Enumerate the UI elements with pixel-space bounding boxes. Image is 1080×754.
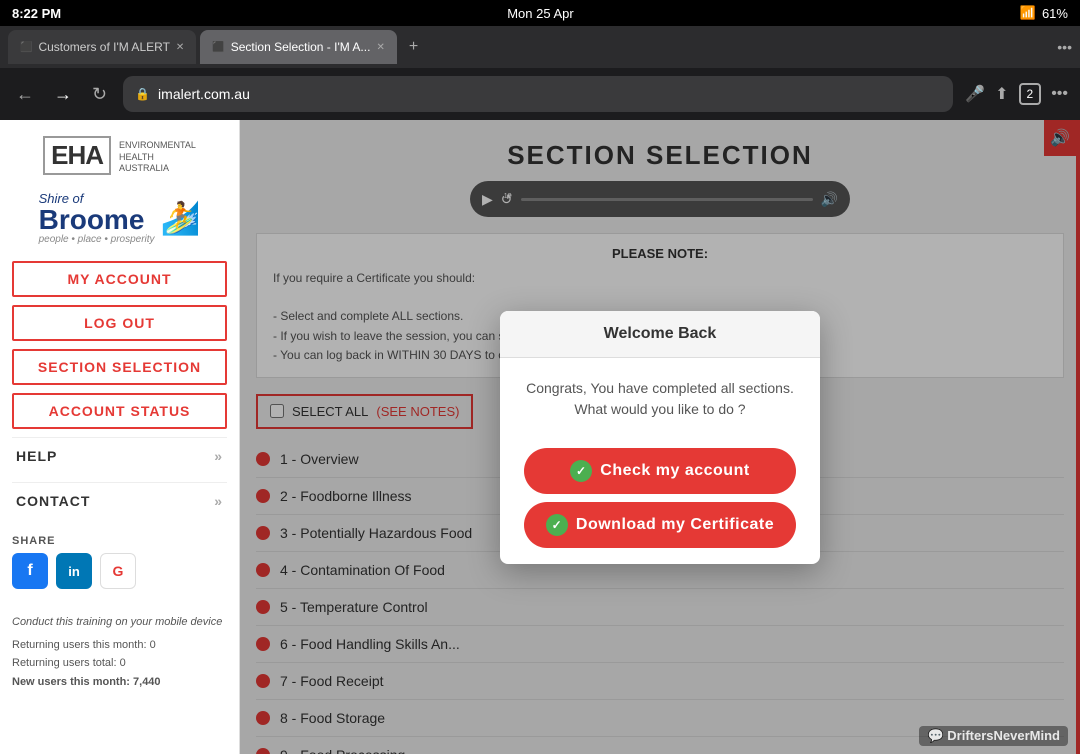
- download-certificate-button[interactable]: ✓ Download my Certificate: [524, 502, 796, 548]
- sidebar-item-help[interactable]: HELP »: [12, 437, 227, 474]
- linkedin-share-button[interactable]: in: [56, 553, 92, 589]
- lock-icon: 🔒: [135, 87, 150, 101]
- status-icons: 📶 61%: [1020, 5, 1068, 21]
- tab-close-1[interactable]: ✕: [176, 42, 184, 53]
- eha-logo: EHA ENVIRONMENTALHEALTHAUSTRALIA: [12, 136, 227, 175]
- sidebar-stats: Conduct this training on your mobile dev…: [12, 613, 227, 692]
- broome-wave-icon: 🏄: [161, 199, 201, 237]
- wifi-icon: 📶: [1020, 5, 1036, 21]
- share-button[interactable]: ⬆: [995, 83, 1008, 105]
- tabs-count-button[interactable]: 2: [1019, 83, 1042, 105]
- facebook-share-button[interactable]: f: [12, 553, 48, 589]
- tab-customers-alert[interactable]: ⬛ Customers of I'M ALERT ✕: [8, 30, 196, 64]
- forward-button[interactable]: →: [50, 80, 76, 109]
- url-display: imalert.com.au: [158, 86, 250, 102]
- microphone-button[interactable]: 🎤: [965, 83, 985, 105]
- sidebar-item-contact[interactable]: CONTACT »: [12, 482, 227, 519]
- tab-section-label: Section Selection - I'M A...: [231, 40, 371, 54]
- modal-body-text2: What would you like to do ?: [516, 399, 804, 420]
- nav-actions: 🎤 ⬆ 2 •••: [965, 83, 1068, 105]
- main-wrapper: EHA ENVIRONMENTALHEALTHAUSTRALIA Shire o…: [0, 120, 1080, 754]
- nav-bar: ← → ↻ 🔒 imalert.com.au 🎤 ⬆ 2 •••: [0, 68, 1080, 120]
- help-arrow-icon: »: [214, 448, 223, 464]
- status-time: 8:22 PM: [12, 6, 61, 21]
- modal-header: Welcome Back: [500, 311, 820, 358]
- contact-arrow-icon: »: [214, 493, 223, 509]
- modal-body: Congrats, You have completed all section…: [500, 358, 820, 440]
- new-month-stat: New users this month: 7,440: [12, 673, 227, 692]
- sidebar: EHA ENVIRONMENTALHEALTHAUSTRALIA Shire o…: [0, 120, 240, 754]
- section-selection-button[interactable]: SECTION SELECTION: [12, 349, 227, 385]
- tab-section-selection[interactable]: ⬛ Section Selection - I'M A... ✕: [200, 30, 397, 64]
- back-button[interactable]: ←: [12, 80, 38, 109]
- google-share-button[interactable]: G: [100, 553, 136, 589]
- tab-add-button[interactable]: +: [401, 34, 426, 60]
- help-label: HELP: [16, 448, 57, 464]
- broome-title: Broome: [39, 206, 155, 234]
- address-bar[interactable]: 🔒 imalert.com.au: [123, 76, 953, 112]
- tab-close-2[interactable]: ✕: [376, 42, 384, 53]
- returning-total-stat: Returning users total: 0: [12, 654, 227, 673]
- broome-logo: Shire of Broome people • place • prosper…: [12, 191, 227, 245]
- tabs-more-icon: •••: [1057, 39, 1072, 55]
- modal-body-text1: Congrats, You have completed all section…: [516, 378, 804, 399]
- tab-customers-label: Customers of I'M ALERT: [38, 40, 169, 54]
- reload-button[interactable]: ↻: [88, 80, 111, 109]
- content-area: 🔊 SECTION SELECTION ▶ ↺ 10 🔊 PLEASE NOTE…: [240, 120, 1080, 754]
- broome-tagline: people • place • prosperity: [39, 234, 155, 245]
- tab-bar: ⬛ Customers of I'M ALERT ✕ ⬛ Section Sel…: [0, 26, 1080, 68]
- more-button[interactable]: •••: [1051, 83, 1068, 105]
- wechat-icon: 💬: [927, 728, 943, 743]
- check-icon: ✓: [570, 460, 592, 482]
- battery-icon: 61%: [1042, 6, 1068, 21]
- contact-label: CONTACT: [16, 493, 90, 509]
- status-date: Mon 25 Apr: [507, 6, 574, 21]
- returning-month-stat: Returning users this month: 0: [12, 636, 227, 655]
- share-section: SHARE f in G: [12, 527, 227, 597]
- my-account-button[interactable]: MY ACCOUNT: [12, 261, 227, 297]
- log-out-button[interactable]: LOG OUT: [12, 305, 227, 341]
- wechat-watermark: 💬 DriftersNeverMind: [919, 726, 1068, 746]
- eha-subtitle: ENVIRONMENTALHEALTHAUSTRALIA: [119, 140, 196, 175]
- status-bar: 8:22 PM Mon 25 Apr 📶 61%: [0, 0, 1080, 26]
- watermark-text: DriftersNeverMind: [947, 728, 1060, 743]
- share-icons: f in G: [12, 553, 227, 589]
- share-label: SHARE: [12, 535, 227, 547]
- modal-overlay: Welcome Back Congrats, You have complete…: [240, 120, 1080, 754]
- eha-initials: EHA: [43, 136, 111, 175]
- check-account-label: Check my account: [600, 462, 749, 480]
- check-account-button[interactable]: ✓ Check my account: [524, 448, 796, 494]
- account-status-button[interactable]: ACCOUNT STATUS: [12, 393, 227, 429]
- welcome-back-modal: Welcome Back Congrats, You have complete…: [500, 311, 820, 564]
- download-icon: ✓: [546, 514, 568, 536]
- download-certificate-label: Download my Certificate: [576, 516, 774, 534]
- mobile-label: Conduct this training on your mobile dev…: [12, 613, 227, 632]
